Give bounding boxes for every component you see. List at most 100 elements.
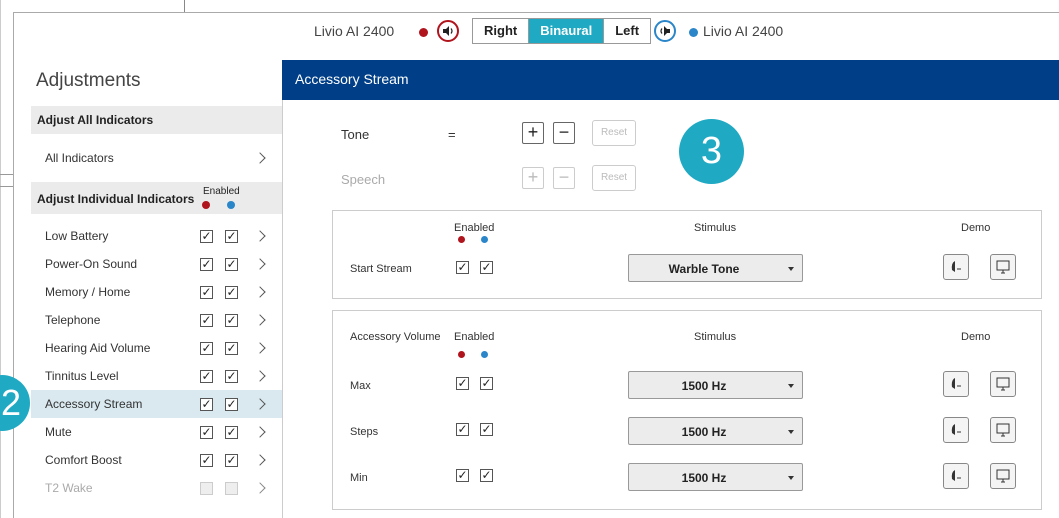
demo-hearing-aid-button[interactable] [943, 254, 969, 280]
badge-2-text: 2 [0, 382, 22, 423]
indicator-right-checkbox[interactable]: ✓ [225, 286, 238, 299]
indicator-left-checkbox[interactable]: ✓ [200, 258, 213, 271]
indicator-label: Low Battery [45, 229, 109, 243]
volume-left-checkbox[interactable]: ✓ [456, 377, 469, 390]
speech-minus-button[interactable]: − [553, 167, 575, 189]
indicator-item[interactable]: Comfort Boost [31, 446, 282, 474]
demo-computer-button[interactable] [990, 417, 1016, 443]
indicator-right-checkbox[interactable]: ✓ [225, 342, 238, 355]
indicator-right-checkbox[interactable]: ✓ [225, 398, 238, 411]
indicator-left-checkbox[interactable] [200, 482, 213, 495]
indicator-item[interactable]: Tinnitus Level [31, 362, 282, 390]
right-ear-dot [689, 28, 698, 37]
indicator-left-checkbox[interactable]: ✓ [200, 230, 213, 243]
volume-left-checkbox[interactable]: ✓ [456, 469, 469, 482]
background-window-edge [0, 0, 1, 518]
tone-label: Tone [341, 127, 370, 142]
start-stream-card: Enabled Stimulus Demo Start Stream ✓ ✓ W… [332, 210, 1042, 299]
indicator-left-checkbox[interactable]: ✓ [200, 286, 213, 299]
tone-reset-button[interactable]: Reset [592, 120, 636, 146]
indicator-right-checkbox[interactable]: ✓ [225, 258, 238, 271]
segment-binaural[interactable]: Binaural [528, 19, 604, 43]
indicator-label: Comfort Boost [45, 453, 122, 467]
stimulus-header: Stimulus [694, 222, 737, 234]
indicator-left-checkbox[interactable]: ✓ [200, 370, 213, 383]
indicator-label: Mute [45, 425, 72, 439]
indicator-right-checkbox[interactable]: ✓ [225, 426, 238, 439]
tone-plus-button[interactable]: + [522, 122, 544, 144]
ear-selector[interactable]: Right Binaural Left [472, 18, 652, 44]
volume-stimulus-select[interactable]: 1500 Hz [628, 417, 803, 445]
demo-hearing-aid-button[interactable] [943, 371, 969, 397]
volume-right-checkbox[interactable]: ✓ [480, 377, 493, 390]
hearing-aid-icon [951, 378, 961, 389]
hearing-aid-icon [951, 261, 961, 272]
volume-stimulus-select[interactable]: 1500 Hz [628, 371, 803, 399]
indicator-left-checkbox[interactable]: ✓ [200, 426, 213, 439]
tone-equals: = [448, 127, 456, 142]
section-adjust-all: Adjust All Indicators [31, 106, 282, 134]
indicator-item[interactable]: T2 Wake [31, 474, 282, 502]
speech-plus-button[interactable]: + [522, 167, 544, 189]
indicator-right-checkbox[interactable] [225, 482, 238, 495]
indicator-label: Accessory Stream [45, 397, 143, 411]
indicator-item[interactable]: Low Battery [31, 222, 282, 250]
start-stream-right-checkbox[interactable]: ✓ [480, 261, 493, 274]
hearing-aid-icon [951, 424, 961, 435]
start-stream-stimulus-select[interactable]: Warble Tone [628, 254, 803, 282]
indicator-right-checkbox[interactable]: ✓ [225, 370, 238, 383]
demo-hearing-aid-button[interactable] [943, 417, 969, 443]
indicator-item[interactable]: Hearing Aid Volume [31, 334, 282, 362]
hearing-aid-icon [951, 470, 961, 481]
left-ear-dot [419, 28, 428, 37]
speech-reset-button[interactable]: Reset [592, 165, 636, 191]
volume-right-checkbox[interactable]: ✓ [480, 423, 493, 436]
segment-left[interactable]: Left [603, 19, 650, 43]
step-badge-3: 3 [679, 119, 744, 184]
left-ear-dot [458, 236, 465, 243]
right-ear-dot [227, 201, 235, 209]
indicator-left-checkbox[interactable]: ✓ [200, 314, 213, 327]
left-ear-dot [458, 351, 465, 358]
indicator-left-checkbox[interactable]: ✓ [200, 454, 213, 467]
enabled-header: Enabled [203, 186, 240, 197]
right-ear-dot [481, 236, 488, 243]
indicator-label: Power-On Sound [45, 257, 138, 271]
enabled-header: Enabled [454, 222, 495, 234]
left-device-name: Livio AI 2400 [314, 23, 395, 39]
section-individual-label: Adjust Individual Indicators [37, 192, 195, 206]
chevron-down-icon [788, 476, 794, 480]
left-speaker-icon[interactable] [437, 20, 459, 42]
indicator-item[interactable]: Telephone [31, 306, 282, 334]
indicator-left-checkbox[interactable]: ✓ [200, 398, 213, 411]
indicator-item[interactable]: Accessory Stream [31, 390, 282, 418]
tone-minus-button[interactable]: − [553, 122, 575, 144]
monitor-icon [996, 423, 1010, 437]
demo-computer-button[interactable] [990, 463, 1016, 489]
indicator-item[interactable]: Power-On Sound [31, 250, 282, 278]
segment-right[interactable]: Right [473, 19, 528, 43]
enabled-header: Enabled [454, 331, 495, 343]
all-indicators-item[interactable]: All Indicators [31, 144, 282, 172]
volume-row-label: Max [350, 380, 371, 392]
volume-right-checkbox[interactable]: ✓ [480, 469, 493, 482]
speech-label: Speech [341, 172, 386, 187]
indicator-right-checkbox[interactable]: ✓ [225, 314, 238, 327]
indicator-right-checkbox[interactable]: ✓ [225, 230, 238, 243]
volume-left-checkbox[interactable]: ✓ [456, 423, 469, 436]
demo-computer-button[interactable] [990, 254, 1016, 280]
demo-hearing-aid-button[interactable] [943, 463, 969, 489]
chevron-down-icon [788, 384, 794, 388]
right-speaker-icon[interactable] [654, 20, 676, 42]
indicator-item[interactable]: Memory / Home [31, 278, 282, 306]
demo-computer-button[interactable] [990, 371, 1016, 397]
start-stream-left-checkbox[interactable]: ✓ [456, 261, 469, 274]
volume-stimulus-select[interactable]: 1500 Hz [628, 463, 803, 491]
indicator-item[interactable]: Mute [31, 418, 282, 446]
indicator-left-checkbox[interactable]: ✓ [200, 342, 213, 355]
right-ear-dot [481, 351, 488, 358]
indicator-right-checkbox[interactable]: ✓ [225, 454, 238, 467]
badge-3-text: 3 [700, 130, 723, 172]
start-stream-label: Start Stream [350, 263, 412, 275]
stimulus-value: 1500 Hz [681, 379, 727, 393]
